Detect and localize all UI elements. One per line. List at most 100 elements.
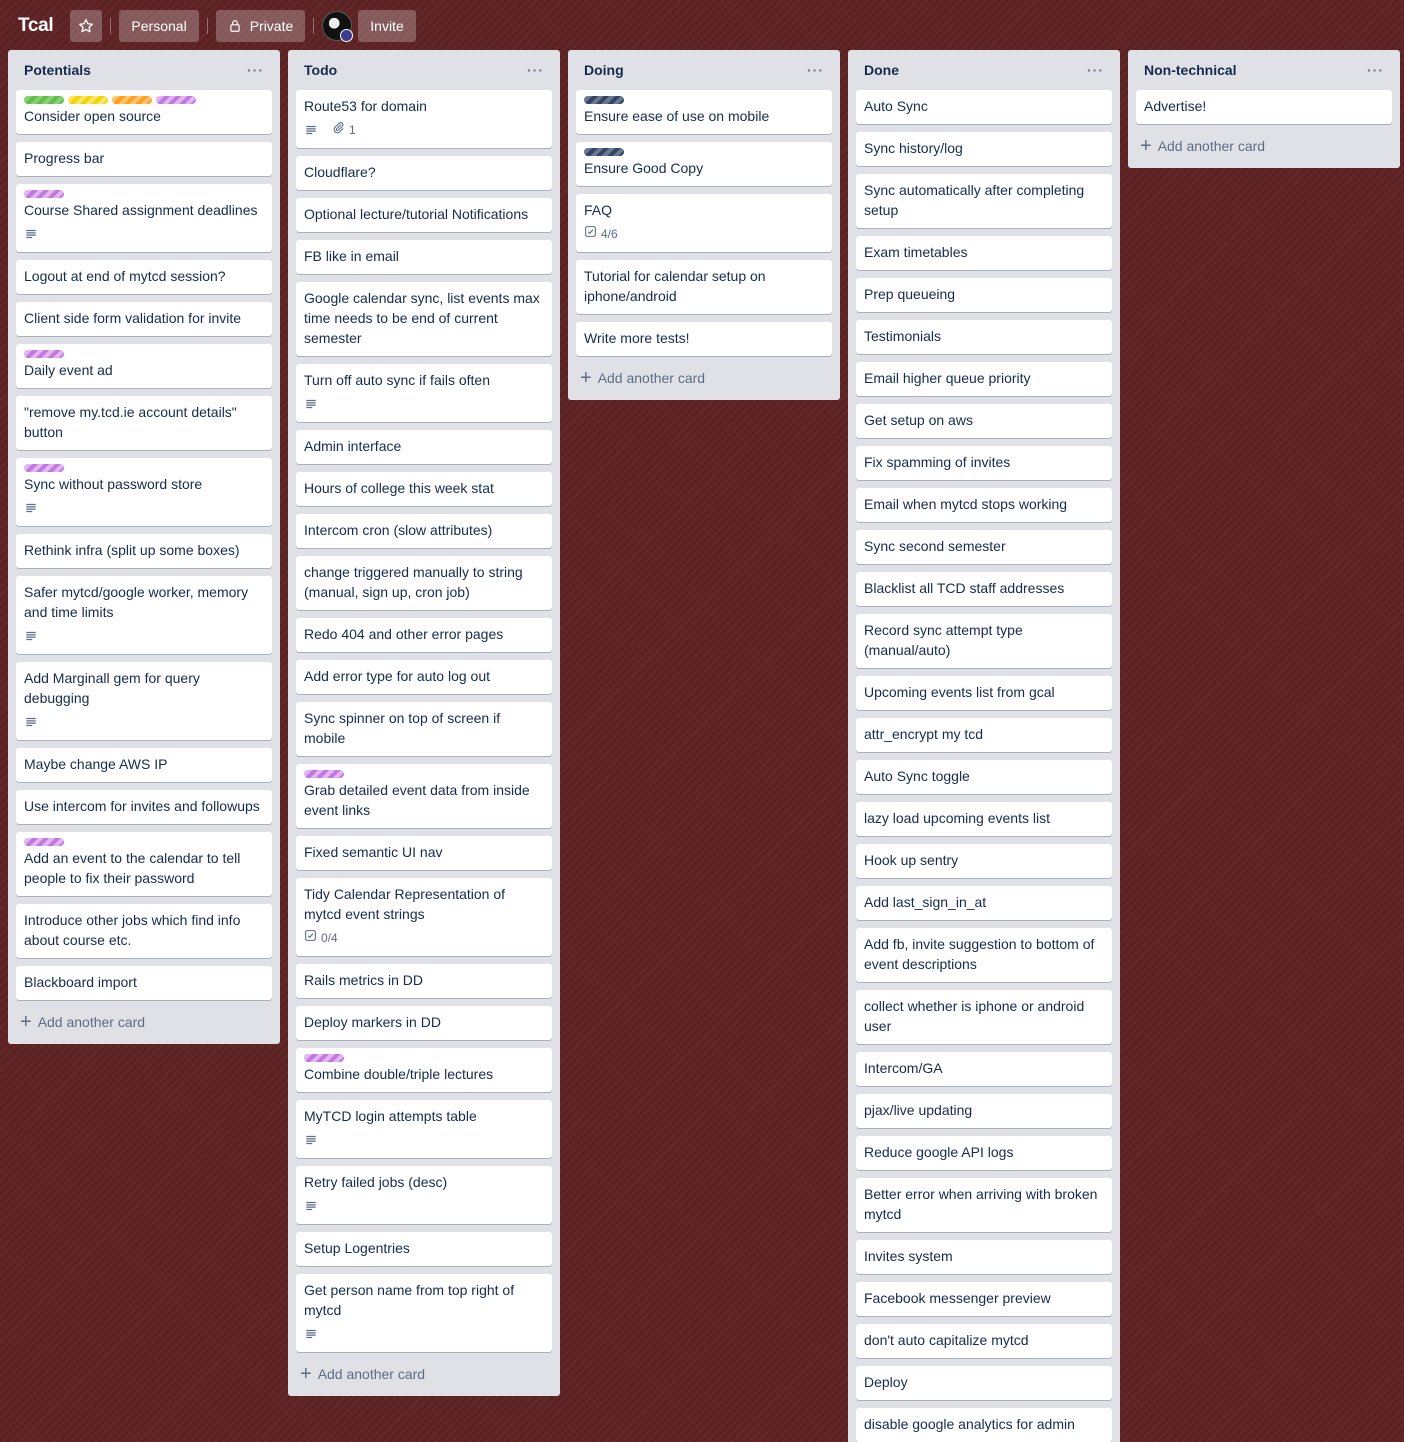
card[interactable]: Grab detailed event data from inside eve… <box>296 764 552 828</box>
card[interactable]: Rails metrics in DD <box>296 964 552 998</box>
card[interactable]: Fix spamming of invites <box>856 446 1112 480</box>
card[interactable]: Auto Sync toggle <box>856 760 1112 794</box>
invite-button[interactable]: Invite <box>358 10 416 42</box>
card-label-yellow[interactable] <box>68 96 108 104</box>
card[interactable]: Intercom/GA <box>856 1052 1112 1086</box>
card[interactable]: Sync second semester <box>856 530 1112 564</box>
card[interactable]: Hook up sentry <box>856 844 1112 878</box>
card[interactable]: FAQ 4/6 <box>576 194 832 252</box>
card[interactable]: Sync without password store <box>16 458 272 526</box>
card[interactable]: attr_encrypt my tcd <box>856 718 1112 752</box>
card[interactable]: Ensure Good Copy <box>576 142 832 186</box>
card-label-orange[interactable] <box>112 96 152 104</box>
card[interactable]: Blackboard import <box>16 966 272 1000</box>
card[interactable]: Client side form validation for invite <box>16 302 272 336</box>
card[interactable]: collect whether is iphone or android use… <box>856 990 1112 1044</box>
card[interactable]: Course Shared assignment deadlines <box>16 184 272 252</box>
card[interactable]: Better error when arriving with broken m… <box>856 1178 1112 1232</box>
card-label-purple[interactable] <box>304 1054 344 1062</box>
add-card-button[interactable]: + Add another card <box>576 364 832 392</box>
card[interactable]: Use intercom for invites and followups <box>16 790 272 824</box>
card[interactable]: Fixed semantic UI nav <box>296 836 552 870</box>
member-avatar[interactable] <box>322 11 354 42</box>
card-label-purple[interactable] <box>24 838 64 846</box>
card-label-purple[interactable] <box>304 770 344 778</box>
card[interactable]: Introduce other jobs which find info abo… <box>16 904 272 958</box>
list-title[interactable]: Done <box>864 62 899 78</box>
card[interactable]: Record sync attempt type (manual/auto) <box>856 614 1112 668</box>
card[interactable]: Get setup on aws <box>856 404 1112 438</box>
card[interactable]: Reduce google API logs <box>856 1136 1112 1170</box>
list-title[interactable]: Todo <box>304 62 337 78</box>
card[interactable]: Testimonials <box>856 320 1112 354</box>
card[interactable]: "remove my.tcd.ie account details" butto… <box>16 396 272 450</box>
card[interactable]: Sync history/log <box>856 132 1112 166</box>
card[interactable]: Turn off auto sync if fails often <box>296 364 552 422</box>
card[interactable]: Maybe change AWS IP <box>16 748 272 782</box>
card[interactable]: Optional lecture/tutorial Notifications <box>296 198 552 232</box>
card[interactable]: Redo 404 and other error pages <box>296 618 552 652</box>
card[interactable]: Logout at end of mytcd session? <box>16 260 272 294</box>
card[interactable]: lazy load upcoming events list <box>856 802 1112 836</box>
star-board-button[interactable] <box>70 10 103 42</box>
add-card-button[interactable]: + Add another card <box>1136 132 1392 160</box>
card[interactable]: Add fb, invite suggestion to bottom of e… <box>856 928 1112 982</box>
card[interactable]: Deploy markers in DD <box>296 1006 552 1040</box>
card[interactable]: Setup Logentries <box>296 1232 552 1266</box>
card[interactable]: FB like in email <box>296 240 552 274</box>
card[interactable]: Consider open source <box>16 90 272 134</box>
card[interactable]: Get person name from top right of mytcd <box>296 1274 552 1352</box>
card[interactable]: Facebook messenger preview <box>856 1282 1112 1316</box>
card-label-purple[interactable] <box>24 190 64 198</box>
list-menu-icon[interactable]: ··· <box>807 62 828 78</box>
add-card-button[interactable]: + Add another card <box>16 1008 272 1036</box>
card[interactable]: Prep queueing <box>856 278 1112 312</box>
card[interactable]: MyTCD login attempts table <box>296 1100 552 1158</box>
card-label-purple[interactable] <box>24 464 64 472</box>
card[interactable]: Safer mytcd/google worker, memory and ti… <box>16 576 272 654</box>
list-title[interactable]: Potentials <box>24 62 91 78</box>
card[interactable]: Deploy <box>856 1366 1112 1400</box>
card[interactable]: Upcoming events list from gcal <box>856 676 1112 710</box>
card[interactable]: Combine double/triple lectures <box>296 1048 552 1092</box>
card[interactable]: Add Marginall gem for query debugging <box>16 662 272 740</box>
card[interactable]: Progress bar <box>16 142 272 176</box>
card[interactable]: Daily event ad <box>16 344 272 388</box>
card[interactable]: Ensure ease of use on mobile <box>576 90 832 134</box>
card[interactable]: change triggered manually to string (man… <box>296 556 552 610</box>
card-label-navy[interactable] <box>584 96 624 104</box>
card[interactable]: Advertise! <box>1136 90 1392 124</box>
card[interactable]: Email when mytcd stops working <box>856 488 1112 522</box>
card[interactable]: Invites system <box>856 1240 1112 1274</box>
card-label-purple[interactable] <box>156 96 196 104</box>
add-card-button[interactable]: + Add another card <box>296 1360 552 1388</box>
card[interactable]: Email higher queue priority <box>856 362 1112 396</box>
card[interactable]: Retry failed jobs (desc) <box>296 1166 552 1224</box>
card[interactable]: pjax/live updating <box>856 1094 1112 1128</box>
card[interactable]: Google calendar sync, list events max ti… <box>296 282 552 356</box>
card[interactable]: disable google analytics for admin <box>856 1408 1112 1442</box>
visibility-button[interactable]: Private <box>215 10 306 42</box>
card[interactable]: Rethink infra (split up some boxes) <box>16 534 272 568</box>
list-title[interactable]: Doing <box>584 62 624 78</box>
card[interactable]: Add an event to the calendar to tell peo… <box>16 832 272 896</box>
card-label-green[interactable] <box>24 96 64 104</box>
card[interactable]: Auto Sync <box>856 90 1112 124</box>
card[interactable]: Add last_sign_in_at <box>856 886 1112 920</box>
card-label-purple[interactable] <box>24 350 64 358</box>
card[interactable]: Blacklist all TCD staff addresses <box>856 572 1112 606</box>
list-menu-icon[interactable]: ··· <box>1367 62 1388 78</box>
card[interactable]: Route53 for domain 1 <box>296 90 552 148</box>
list-menu-icon[interactable]: ··· <box>527 62 548 78</box>
card[interactable]: Add error type for auto log out <box>296 660 552 694</box>
card[interactable]: Tutorial for calendar setup on iphone/an… <box>576 260 832 314</box>
card[interactable]: Tidy Calendar Representation of mytcd ev… <box>296 878 552 956</box>
card-label-navy[interactable] <box>584 148 624 156</box>
card[interactable]: Intercom cron (slow attributes) <box>296 514 552 548</box>
team-button[interactable]: Personal <box>119 10 199 42</box>
list-menu-icon[interactable]: ··· <box>1087 62 1108 78</box>
card[interactable]: Sync automatically after completing setu… <box>856 174 1112 228</box>
card[interactable]: Write more tests! <box>576 322 832 356</box>
list-menu-icon[interactable]: ··· <box>247 62 268 78</box>
card[interactable]: Sync spinner on top of screen if mobile <box>296 702 552 756</box>
